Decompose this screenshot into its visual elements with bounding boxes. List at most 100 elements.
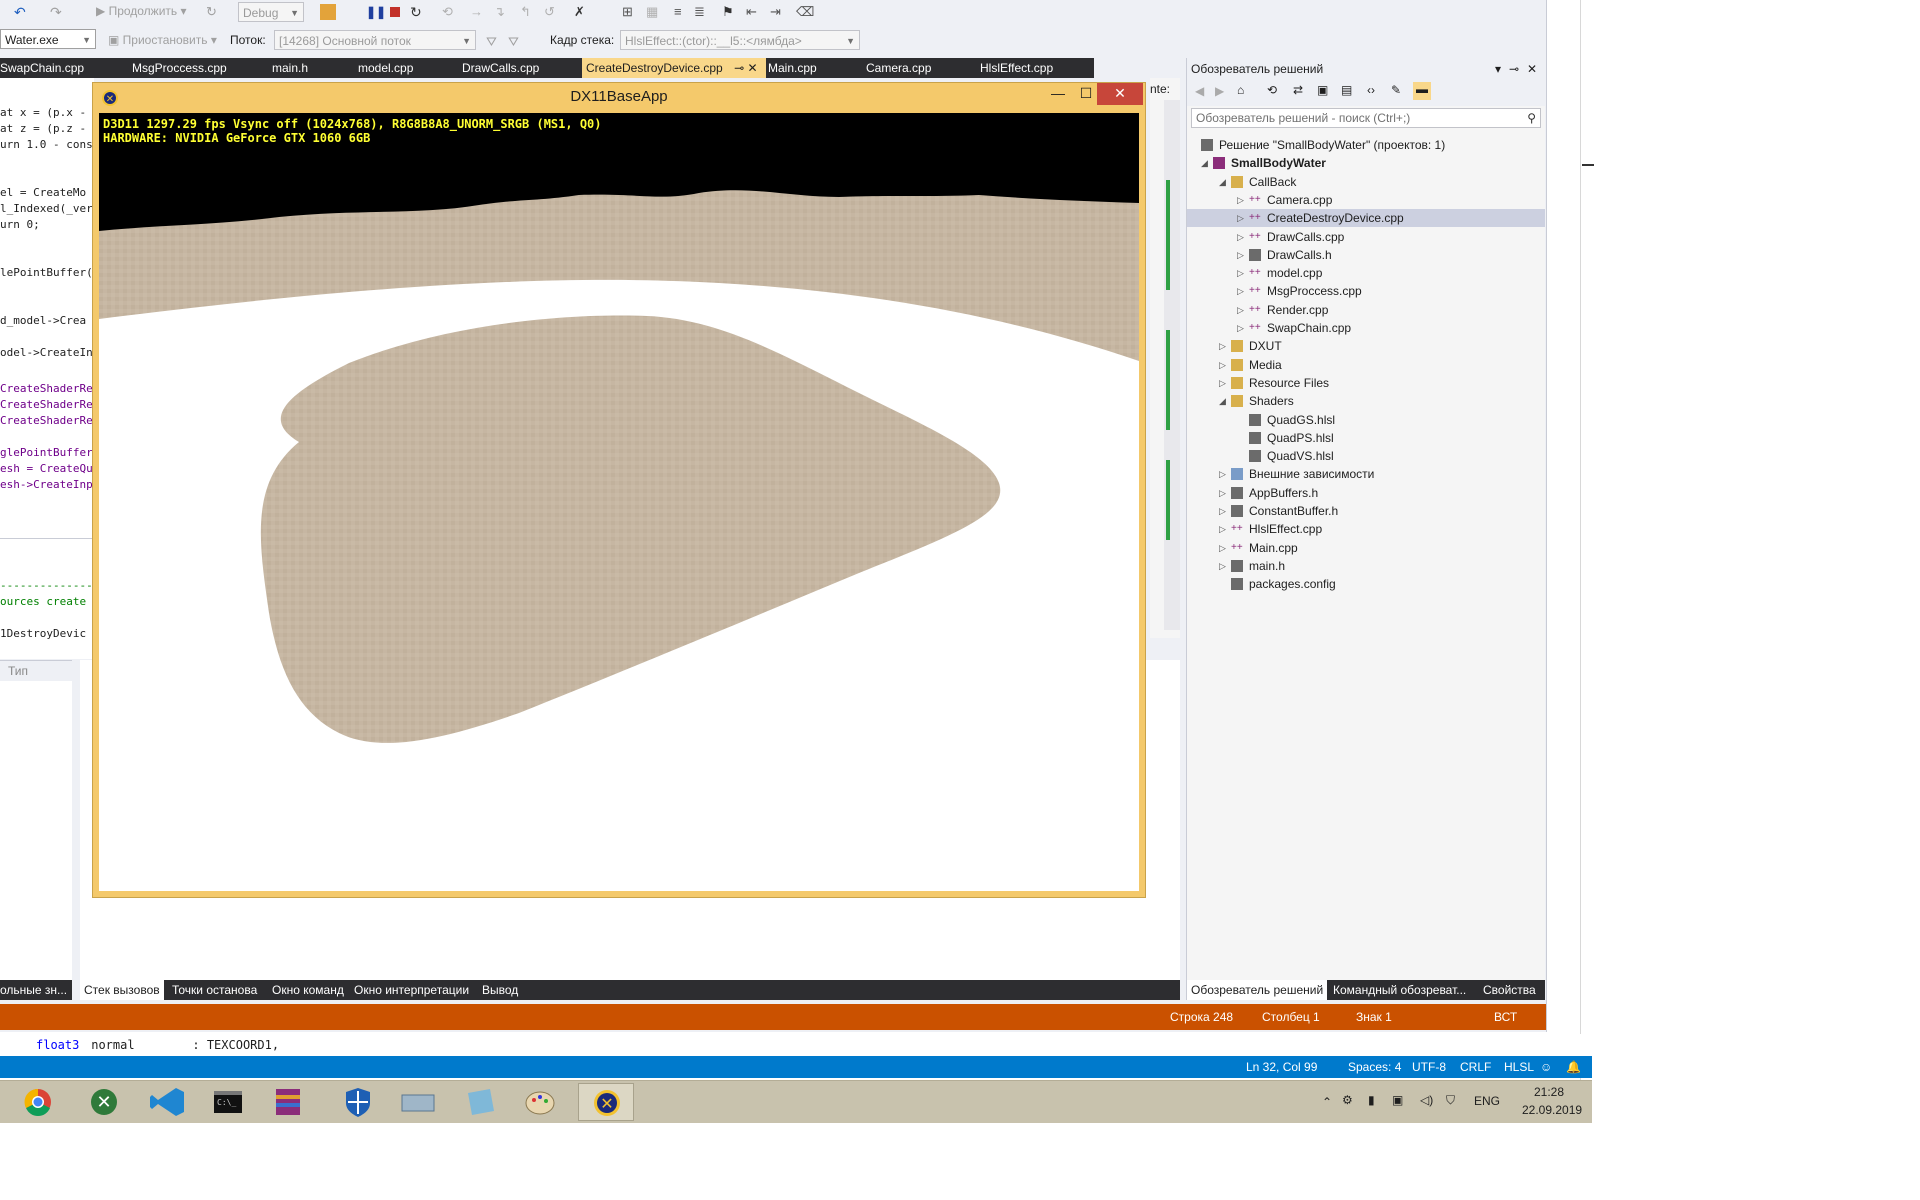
tab-hlsleffect[interactable]: HlslEffect.cpp xyxy=(980,58,1053,78)
chrome-icon[interactable] xyxy=(10,1083,66,1121)
indent-icon[interactable]: ≡ xyxy=(674,4,690,20)
tree-item[interactable]: Решение "SmallBodyWater" (проектов: 1) xyxy=(1187,136,1545,154)
keyboard-icon[interactable] xyxy=(390,1083,446,1121)
editor-scrollbar[interactable] xyxy=(1164,100,1180,630)
pin-icon[interactable]: ⊸ xyxy=(1509,58,1519,80)
winrar-icon[interactable] xyxy=(260,1083,316,1121)
dx11-app-taskbar-icon[interactable]: ✕ xyxy=(578,1083,634,1121)
tab-drawcalls[interactable]: DrawCalls.cpp xyxy=(462,58,539,78)
expand-arrow-icon[interactable]: ▷ xyxy=(1237,228,1244,246)
threads-icon[interactable]: ⊞ xyxy=(622,4,638,20)
render-viewport[interactable]: D3D11 1297.29 fps Vsync off (1024x768), … xyxy=(99,113,1139,891)
tab-output[interactable]: Вывод xyxy=(482,980,518,1000)
tree-item[interactable]: QuadGS.hlsl xyxy=(1187,411,1545,429)
stop-icon[interactable] xyxy=(390,7,400,17)
collapse-all-icon[interactable]: ▣ xyxy=(1317,83,1328,97)
directx-app-icon[interactable]: ✕ xyxy=(76,1083,132,1121)
tree-item[interactable]: ▷ AppBuffers.h xyxy=(1187,484,1545,502)
paint-icon[interactable] xyxy=(512,1083,568,1121)
redo-icon[interactable]: ↷ xyxy=(50,4,66,20)
tab-camera[interactable]: Camera.cpp xyxy=(866,58,931,78)
tree-item[interactable]: packages.config xyxy=(1187,575,1545,593)
scope-dropdown-fragment[interactable]: nte: xyxy=(1150,82,1170,96)
tree-item[interactable]: ▷ ++ MsgProccess.cpp xyxy=(1187,282,1545,300)
tree-item[interactable]: ▷ DXUT xyxy=(1187,337,1545,355)
bookmark-icon[interactable]: ⚑ xyxy=(722,4,738,20)
tab-breakpoints[interactable]: Точки останова xyxy=(172,980,257,1000)
tree-item[interactable]: QuadPS.hlsl xyxy=(1187,429,1545,447)
expand-arrow-icon[interactable]: ▷ xyxy=(1219,356,1226,374)
collapse-arrow-icon[interactable]: ◢ xyxy=(1219,173,1226,191)
tab-locals[interactable]: ольные зн... xyxy=(0,980,72,1000)
code-editor-lower[interactable]: ---------------- ources create 1DestroyD… xyxy=(0,538,106,659)
preview-icon[interactable]: ▬ xyxy=(1413,82,1431,100)
configuration-select[interactable]: Debug ▼ xyxy=(238,2,304,22)
tree-item[interactable]: ▷ ++ DrawCalls.cpp xyxy=(1187,228,1545,246)
outdent-icon[interactable]: ≣ xyxy=(694,4,710,20)
network-tool-icon[interactable]: ⚙ xyxy=(1342,1093,1353,1107)
vscode-editor-fragment[interactable]: float3 normal : TEXCOORD1, xyxy=(0,1034,1592,1056)
chevron-down-icon[interactable]: ▾ xyxy=(1495,58,1501,80)
tab-swapchain[interactable]: SwapChain.cpp xyxy=(0,58,84,78)
collapse-arrow-icon[interactable]: ◢ xyxy=(1201,154,1208,172)
next-bookmark-icon[interactable]: ⇥ xyxy=(770,4,786,20)
code-view-icon[interactable]: ‹› xyxy=(1367,83,1375,97)
volume-icon[interactable]: ◁) xyxy=(1420,1093,1433,1107)
expand-arrow-icon[interactable]: ▷ xyxy=(1219,502,1226,520)
cursor-position[interactable]: Ln 32, Col 99 xyxy=(1246,1056,1317,1078)
forward-icon[interactable]: ▶ xyxy=(1215,84,1224,98)
tab-createdestroydevice[interactable]: CreateDestroyDevice.cpp ⊸ ✕ xyxy=(582,58,766,78)
tab-msgproccess[interactable]: MsgProccess.cpp xyxy=(132,58,227,78)
expand-arrow-icon[interactable]: ▷ xyxy=(1219,520,1226,538)
collapse-arrow-icon[interactable]: ◢ xyxy=(1219,392,1226,410)
tree-item[interactable]: ◢ Shaders xyxy=(1187,392,1545,410)
tree-item[interactable]: ▷ ++ HlslEffect.cpp xyxy=(1187,520,1545,538)
tab-main-h[interactable]: main.h xyxy=(272,58,308,78)
restart-icon[interactable]: ↻ xyxy=(410,4,426,20)
startup-project-select[interactable]: Water.exe ▼ xyxy=(0,29,96,49)
locals-panel[interactable]: Тип xyxy=(0,660,72,981)
expand-arrow-icon[interactable]: ▷ xyxy=(1237,191,1244,209)
tab-main-cpp[interactable]: Main.cpp xyxy=(768,58,817,78)
expand-arrow-icon[interactable]: ▷ xyxy=(1219,557,1226,575)
minimize-button[interactable]: — xyxy=(1043,83,1073,105)
end-of-line[interactable]: CRLF xyxy=(1460,1056,1491,1078)
tree-item[interactable]: ▷ DrawCalls.h xyxy=(1187,246,1545,264)
find-icon[interactable] xyxy=(320,4,336,20)
tab-call-stack[interactable]: Стек вызовов xyxy=(80,980,164,1000)
tab-command-window[interactable]: Окно команд xyxy=(272,980,344,1000)
notepad-icon[interactable] xyxy=(452,1083,508,1121)
back-icon[interactable]: ◀ xyxy=(1195,84,1204,98)
run-to-cursor-icon[interactable]: ↺ xyxy=(544,4,560,20)
breakpoints-icon[interactable]: ✗ xyxy=(574,4,590,20)
terminal-icon[interactable]: C:\_ xyxy=(200,1083,256,1121)
expand-arrow-icon[interactable]: ▷ xyxy=(1237,209,1244,227)
expand-arrow-icon[interactable]: ▷ xyxy=(1219,374,1226,392)
tab-solution-explorer[interactable]: Обозреватель решений xyxy=(1187,980,1328,1000)
show-next-statement-icon[interactable]: ⟲ xyxy=(442,4,458,20)
encoding[interactable]: UTF-8 xyxy=(1412,1056,1446,1078)
history-icon[interactable]: ⟲ xyxy=(1267,83,1277,97)
clock-time[interactable]: 21:28 xyxy=(1534,1085,1564,1099)
expand-arrow-icon[interactable]: ▷ xyxy=(1219,465,1226,483)
app-icon[interactable]: ✕ xyxy=(101,89,119,110)
clear-bookmarks-icon[interactable]: ⌫ xyxy=(796,4,814,20)
sync-icon[interactable]: ⇄ xyxy=(1293,83,1303,97)
tab-team-explorer[interactable]: Командный обозреват... xyxy=(1333,980,1466,1000)
home-icon[interactable]: ⌂ xyxy=(1237,83,1244,97)
vscode-icon[interactable] xyxy=(140,1083,196,1121)
expand-arrow-icon[interactable]: ▷ xyxy=(1237,319,1244,337)
flag-threads-icon[interactable]: ⛛ xyxy=(508,34,524,50)
code-editor[interactable]: at x = (p.x - at z = (p.z - urn 1.0 - co… xyxy=(0,78,94,538)
solution-search-input[interactable]: Обозреватель решений - поиск (Ctrl+;) ⚲ xyxy=(1191,108,1541,128)
tree-item[interactable]: QuadVS.hlsl xyxy=(1187,447,1545,465)
filter-icon[interactable]: ⛛ xyxy=(486,34,502,50)
pause-icon[interactable]: ❚❚ xyxy=(366,4,386,20)
step-out-icon[interactable]: ↰ xyxy=(520,4,536,20)
input-language[interactable]: ENG xyxy=(1474,1094,1500,1108)
tree-item[interactable]: ▷ ++ Render.cpp xyxy=(1187,301,1545,319)
tree-item[interactable]: ▷ main.h xyxy=(1187,557,1545,575)
feedback-icon[interactable]: ☺ xyxy=(1540,1056,1552,1078)
step-over-icon[interactable]: ↴ xyxy=(494,4,510,20)
expand-arrow-icon[interactable]: ▷ xyxy=(1219,337,1226,355)
